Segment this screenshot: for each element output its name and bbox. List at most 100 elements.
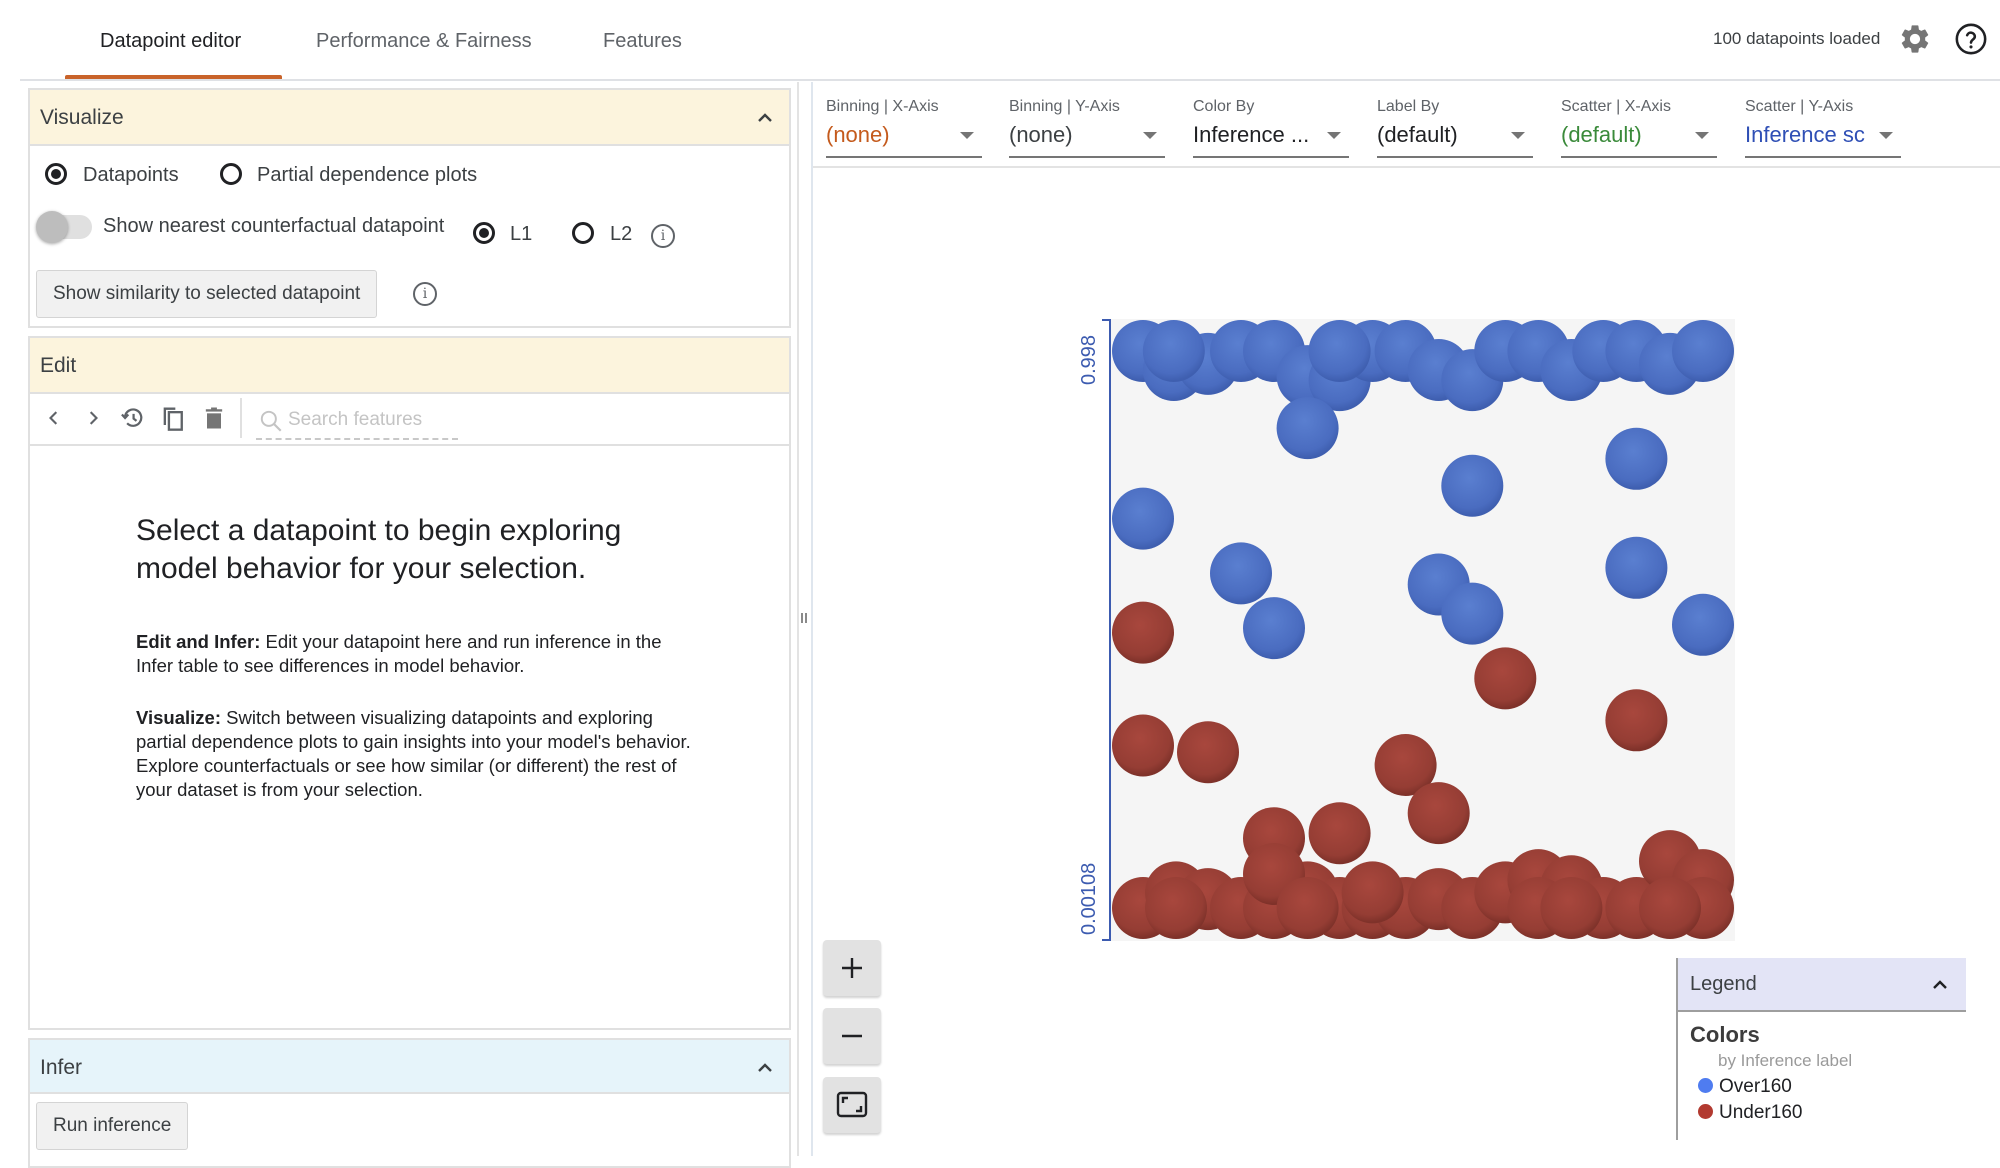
chevron-left-icon[interactable] <box>40 404 68 432</box>
search-features-input[interactable] <box>288 406 456 434</box>
datapoint-under160[interactable] <box>1407 782 1470 845</box>
top-bar: Datapoint editor Performance & Fairness … <box>0 0 2000 81</box>
datapoint-under160[interactable] <box>1341 861 1404 924</box>
zoom-out-button[interactable] <box>823 1008 881 1064</box>
counterfactual-toggle-knob[interactable] <box>36 211 68 243</box>
dropdown-scatter-x-axis[interactable]: Scatter | X-Axis (default) <box>1561 98 1717 158</box>
dropdown-binning-x-axis[interactable]: Binning | X-Axis (none) <box>826 98 982 158</box>
visualize-panel-header[interactable]: Visualize <box>30 90 789 146</box>
scatter-points[interactable] <box>1080 300 1760 960</box>
edit-toolbar-divider <box>30 444 789 446</box>
datapoint-under160[interactable] <box>1112 714 1174 777</box>
info-icon[interactable]: i <box>413 282 437 306</box>
run-inference-button[interactable]: Run inference <box>36 1102 189 1150</box>
dropdown-label: Binning | X-Axis <box>826 98 939 115</box>
legend-label: Over160 <box>1719 1076 1792 1097</box>
info-icon[interactable]: i <box>651 224 675 248</box>
chevron-up-icon[interactable] <box>755 108 775 128</box>
radio-l1-label: L1 <box>510 223 533 245</box>
radio-l1[interactable] <box>473 222 495 244</box>
dropdown-arrow-icon <box>1511 132 1525 139</box>
legend-item-under160: Under160 <box>1698 1102 1802 1124</box>
datapoint-over160[interactable] <box>1672 593 1734 656</box>
legend-header[interactable]: Legend <box>1678 958 1966 1012</box>
search-features-field[interactable] <box>256 404 458 440</box>
datapoint-over160[interactable] <box>1441 582 1504 645</box>
history-icon[interactable] <box>119 404 147 432</box>
datapoint-over160[interactable] <box>1441 454 1504 517</box>
minus-icon <box>842 1034 862 1038</box>
tab-performance-fairness[interactable]: Performance & Fairness <box>316 30 532 53</box>
chevron-up-icon[interactable] <box>1930 975 1950 995</box>
counterfactual-toggle-label: Show nearest counterfactual datapoint <box>103 215 445 237</box>
radio-l2[interactable] <box>572 222 594 244</box>
datapoint-over160[interactable] <box>1210 542 1272 605</box>
dropdown-arrow-icon <box>1695 132 1709 139</box>
dropdown-label: Color By <box>1193 98 1255 115</box>
legend-title: Legend <box>1690 973 1757 995</box>
dropdown-label-by[interactable]: Label By (default) <box>1377 98 1533 158</box>
dropdown-value: Inference sc <box>1745 122 1865 147</box>
dropdown-binning-y-axis[interactable]: Binning | Y-Axis (none) <box>1009 98 1165 158</box>
datapoint-under160[interactable] <box>1276 877 1339 939</box>
show-similarity-button[interactable]: Show similarity to selected datapoint <box>36 270 378 318</box>
gear-icon[interactable] <box>1898 22 1932 56</box>
datapoint-under160[interactable] <box>1605 689 1668 752</box>
dropdown-arrow-icon <box>960 132 974 139</box>
datapoint-under160[interactable] <box>1308 802 1371 865</box>
edit-and-infer-heading: Edit and Infer: <box>136 631 261 652</box>
fit-to-screen-button[interactable] <box>823 1077 881 1133</box>
datapoint-over160[interactable] <box>1243 597 1305 660</box>
legend-subtitle: by Inference label <box>1718 1051 1853 1070</box>
legend-swatch <box>1698 1078 1713 1093</box>
chevron-right-icon[interactable] <box>79 404 107 432</box>
dropdown-label: Label By <box>1377 98 1440 115</box>
drag-handle-icon[interactable] <box>801 613 809 623</box>
legend-swatch <box>1698 1104 1713 1119</box>
datapoint-over160[interactable] <box>1605 536 1668 599</box>
datapoint-over160[interactable] <box>1112 487 1174 550</box>
datapoint-over160[interactable] <box>1276 397 1339 460</box>
dropdown-arrow-icon <box>1327 132 1341 139</box>
legend-item-over160: Over160 <box>1698 1076 1792 1098</box>
dropdown-underline <box>826 156 982 158</box>
datapoint-under160[interactable] <box>1540 877 1603 939</box>
radio-partial-dependence-label: Partial dependence plots <box>257 164 478 186</box>
fit-screen-icon <box>836 1091 868 1118</box>
datapoint-under160[interactable] <box>1639 877 1701 939</box>
tab-datapoint-editor[interactable]: Datapoint editor <box>100 30 241 53</box>
infer-panel-header[interactable]: Infer <box>30 1040 789 1094</box>
datapoint-under160[interactable] <box>1112 601 1174 664</box>
radio-datapoints[interactable] <box>45 163 67 185</box>
datapoints-loaded-status: 100 datapoints loaded <box>1713 29 1881 48</box>
help-circle-icon[interactable] <box>1954 22 1988 56</box>
copy-icon[interactable] <box>159 404 187 432</box>
dropdown-label: Scatter | X-Axis <box>1561 98 1671 115</box>
dropdown-underline <box>1377 156 1533 158</box>
plus-icon <box>842 958 862 978</box>
tab-features[interactable]: Features <box>603 30 682 53</box>
datapoint-under160[interactable] <box>1145 877 1207 939</box>
empty-state-title: Select a datapoint to begin exploring mo… <box>136 514 622 585</box>
zoom-in-button[interactable] <box>823 940 881 996</box>
datapoint-over160[interactable] <box>1308 320 1371 382</box>
visualize-panel-title: Visualize <box>40 106 124 129</box>
datapoint-under160[interactable] <box>1177 721 1239 784</box>
visualize-heading: Visualize: <box>136 707 222 728</box>
dropdown-value: (none) <box>1009 122 1073 147</box>
datapoint-under160[interactable] <box>1474 647 1537 710</box>
datapoint-over160[interactable] <box>1605 427 1668 490</box>
datapoint-over160[interactable] <box>1672 320 1734 382</box>
dropdown-color-by[interactable]: Color By Inference ... <box>1193 98 1349 158</box>
delete-icon[interactable] <box>200 404 228 432</box>
edit-and-infer-description: Edit and Infer: Edit your datapoint here… <box>136 630 696 678</box>
edit-panel: Edit <box>28 336 791 1030</box>
legend-panel: Legend Colors by Inference label Over160… <box>1676 958 1966 1140</box>
radio-partial-dependence[interactable] <box>220 163 242 185</box>
dropdown-arrow-icon <box>1879 132 1893 139</box>
datapoint-over160[interactable] <box>1142 320 1205 382</box>
dropdown-underline <box>1193 156 1349 158</box>
legend-label: Under160 <box>1719 1102 1803 1123</box>
dropdown-scatter-y-axis[interactable]: Scatter | Y-Axis Inference sc <box>1745 98 1901 158</box>
chevron-up-icon[interactable] <box>755 1058 775 1078</box>
